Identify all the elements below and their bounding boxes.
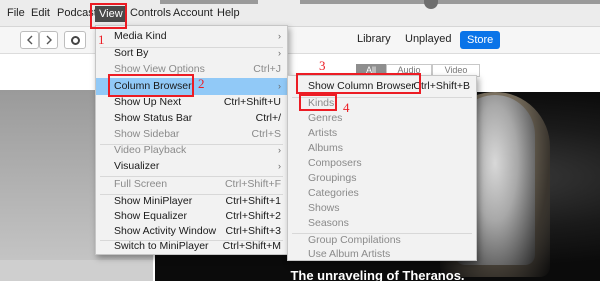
submenu-item-genres[interactable]: Genres [288,110,476,126]
menu-item-label: Composers [308,157,362,169]
annotation-box-view-menu [90,3,127,29]
submenu-item-seasons[interactable]: Seasons [288,215,476,231]
view-menu-item-show-status-bar[interactable]: Show Status Bar Ctrl+/ [96,110,287,126]
menu-item-label: Use Album Artists [308,248,391,260]
view-menu-item-video-playback[interactable]: Video Playback › [96,142,287,158]
title-strip [160,0,258,4]
podcast-icon [70,35,80,45]
menu-item-label: Sort By [114,47,149,59]
menu-item-label: Show Activity Window [114,225,217,237]
annotation-box-show-column-browser [296,73,421,94]
submenu-item-use-album-artists[interactable]: Use Album Artists [288,246,476,262]
annotation-number-2: 2 [198,76,205,91]
menu-account[interactable]: Account [173,7,213,19]
menu-item-shortcut: Ctrl+Shift+U [223,96,281,108]
view-menu-item-show-activity-window[interactable]: Show Activity Window Ctrl+Shift+3 [96,223,287,239]
menu-item-label: Switch to MiniPlayer [114,240,209,252]
submenu-item-artists[interactable]: Artists [288,125,476,141]
forward-button[interactable] [39,31,58,49]
view-menu-item-full-screen[interactable]: Full Screen Ctrl+Shift+F [96,176,287,192]
chevron-right-icon: › [278,161,281,171]
menu-item-shortcut: Ctrl+S [251,128,281,140]
view-menu-item-switch-to-miniplayer[interactable]: Switch to MiniPlayer Ctrl+Shift+M [96,238,287,254]
chevron-right-icon: › [278,31,281,41]
view-menu-item-visualizer[interactable]: Visualizer › [96,158,287,174]
toolbar: Library Unplayed Store [0,27,600,54]
podcast-media-button[interactable] [64,31,86,49]
menu-item-label: Shows [308,202,340,214]
menu-item-label: Show MiniPlayer [114,195,193,207]
view-menu-item-media-kind[interactable]: Media Kind › [96,28,287,44]
banner-caption: The unraveling of Theranos. [290,268,465,281]
annotation-number-1: 1 [98,32,105,47]
menu-item-label: Show Status Bar [114,112,193,124]
sidebar-footer [0,260,153,281]
menu-item-label: Seasons [308,217,349,229]
menu-item-shortcut: Ctrl+Shift+3 [225,225,281,237]
menu-item-label: Media Kind [114,30,167,42]
tab-store[interactable]: Store [460,31,501,49]
menu-item-label: Groupings [308,172,357,184]
menu-item-label: Genres [308,112,343,124]
menu-item-label: Show Sidebar [114,128,180,140]
menu-item-shortcut: Ctrl+Shift+B [413,80,470,92]
apple-logo-icon [424,0,438,9]
chevron-right-icon: › [278,145,281,155]
submenu-item-categories[interactable]: Categories [288,185,476,201]
menu-item-label: Visualizer [114,160,160,172]
submenu-item-shows[interactable]: Shows [288,200,476,216]
menu-controls[interactable]: Controls [130,7,171,19]
menu-item-shortcut: Ctrl+Shift+2 [225,210,281,222]
menu-item-label: Video Playback [114,144,187,156]
view-menu-item-show-equalizer[interactable]: Show Equalizer Ctrl+Shift+2 [96,208,287,224]
back-button[interactable] [20,31,39,49]
menu-item-label: Categories [308,187,359,199]
view-menu: Media Kind › Sort By › Show View Options Ct… [95,25,288,255]
annotation-number-4: 4 [343,100,350,115]
submenu-item-albums[interactable]: Albums [288,140,476,156]
title-strip-right [300,0,600,4]
view-menu-item-sort-by[interactable]: Sort By › [96,45,287,61]
menu-item-shortcut: Ctrl+/ [255,112,281,124]
tab-library[interactable]: Library [357,33,391,45]
submenu-item-groupings[interactable]: Groupings [288,170,476,186]
tab-unplayed[interactable]: Unplayed [405,33,451,45]
menu-item-shortcut: Ctrl+Shift+1 [225,195,281,207]
view-menu-item-show-miniplayer[interactable]: Show MiniPlayer Ctrl+Shift+1 [96,193,287,209]
chevron-right-icon: › [278,48,281,58]
chevron-right-icon: › [278,81,281,91]
menu-edit[interactable]: Edit [31,7,50,19]
menu-item-label: Artists [308,127,338,139]
menu-item-shortcut: Ctrl+Shift+F [224,178,281,190]
menu-item-shortcut: Ctrl+Shift+M [222,240,281,252]
view-menu-item-show-sidebar[interactable]: Show Sidebar Ctrl+S [96,126,287,142]
menu-item-label: Full Screen [114,178,168,190]
menu-item-shortcut: Ctrl+J [253,63,281,75]
chevron-right-icon [46,35,52,45]
annotation-box-kinds [299,94,337,111]
annotation-number-3: 3 [319,58,326,73]
menu-item-label: Albums [308,142,344,154]
menu-item-label: Show Equalizer [114,210,187,222]
chevron-left-icon [26,35,32,45]
annotation-box-column-browser [108,74,194,97]
menu-help[interactable]: Help [217,7,240,19]
submenu-item-composers[interactable]: Composers [288,155,476,171]
menu-file[interactable]: File [7,7,25,19]
